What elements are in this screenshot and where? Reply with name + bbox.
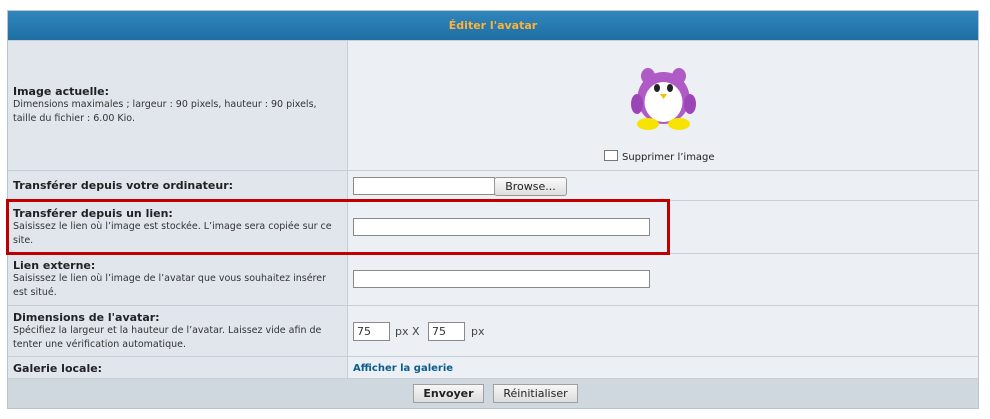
- gallery-row: Galerie locale: Afficher la galerie: [8, 356, 978, 380]
- upload-link-row: Transférer depuis un lien: Saisissez le …: [8, 200, 978, 253]
- dimensions-row: Dimensions de l'avatar: Spécifiez la lar…: [8, 305, 978, 356]
- external-link-title: Lien externe:: [13, 259, 96, 272]
- current-image-value-cell: Supprimer l’image: [348, 41, 978, 170]
- form-footer: Envoyer Réinitialiser: [8, 378, 978, 408]
- file-path-input[interactable]: [353, 177, 495, 195]
- px-label: px: [471, 325, 485, 338]
- current-image-description: Dimensions maximales ; largeur : 90 pixe…: [13, 99, 317, 124]
- gallery-title: Galerie locale:: [13, 362, 103, 375]
- upload-computer-value-cell: Browse...: [348, 171, 978, 200]
- upload-link-label-cell: Transférer depuis un lien: Saisissez le …: [8, 201, 348, 253]
- gallery-label-cell: Galerie locale:: [8, 357, 348, 380]
- upload-link-value-cell: [348, 201, 978, 253]
- avatar-width-input[interactable]: 75: [353, 322, 390, 341]
- avatar-height-input[interactable]: 75: [428, 322, 465, 341]
- dimensions-value-cell: 75 px X 75 px: [348, 306, 978, 356]
- delete-image-checkbox[interactable]: [604, 150, 618, 161]
- dimensions-label-cell: Dimensions de l'avatar: Spécifiez la lar…: [8, 306, 348, 356]
- upload-computer-row: Transférer depuis votre ordinateur: Brow…: [8, 170, 978, 200]
- delete-image-label: Supprimer l’image: [622, 152, 715, 163]
- dimensions-description: Spécifiez la largeur et la hauteur de l’…: [13, 324, 322, 350]
- upload-link-description: Saisissez le lien où l’image est stockée…: [13, 220, 332, 246]
- upload-computer-label-cell: Transférer depuis votre ordinateur:: [8, 171, 348, 200]
- upload-link-title: Transférer depuis un lien:: [13, 206, 173, 220]
- submit-button[interactable]: Envoyer: [413, 384, 484, 403]
- external-link-label-cell: Lien externe: Saisissez le lien où l’ima…: [8, 254, 348, 305]
- panel-header: Éditer l'avatar: [8, 11, 978, 40]
- penguin-avatar-icon: [631, 68, 696, 130]
- upload-computer-title: Transférer depuis votre ordinateur:: [13, 179, 234, 192]
- show-gallery-link[interactable]: Afficher la galerie: [353, 363, 453, 374]
- external-link-row: Lien externe: Saisissez le lien où l’ima…: [8, 253, 978, 305]
- current-image-label-cell: Image actuelle: Dimensions maximales ; l…: [8, 41, 348, 170]
- external-link-input[interactable]: [353, 270, 650, 288]
- dimensions-title: Dimensions de l'avatar:: [13, 310, 160, 324]
- edit-avatar-panel: Éditer l'avatar Image actuelle: Dimensio…: [7, 10, 979, 409]
- browse-button[interactable]: Browse...: [494, 177, 567, 196]
- panel-title: Éditer l'avatar: [448, 19, 538, 32]
- reset-button[interactable]: Réinitialiser: [493, 384, 578, 403]
- gallery-value-cell: Afficher la galerie: [348, 357, 978, 380]
- px-x-label: px X: [395, 325, 420, 338]
- current-image-row: Image actuelle: Dimensions maximales ; l…: [8, 40, 978, 170]
- current-image-title: Image actuelle:: [13, 85, 110, 98]
- external-link-value-cell: [348, 254, 978, 305]
- upload-link-input[interactable]: [353, 218, 650, 236]
- external-link-description: Saisissez le lien où l’image de l’avatar…: [13, 273, 326, 298]
